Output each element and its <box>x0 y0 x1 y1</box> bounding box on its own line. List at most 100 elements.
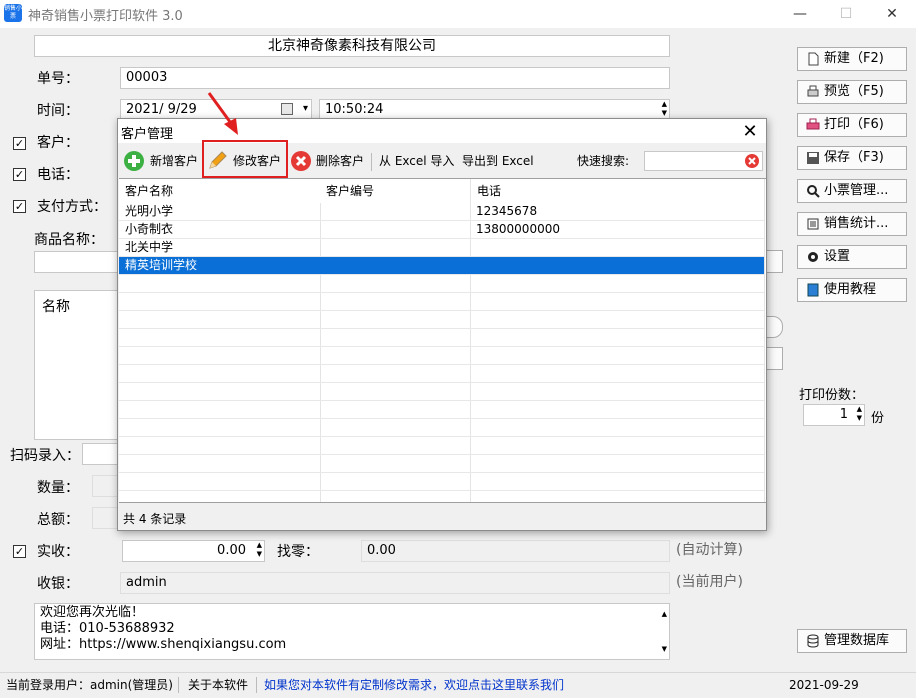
status-divider <box>178 677 179 693</box>
empty-row <box>119 347 764 365</box>
gear-icon <box>808 252 818 262</box>
status-divider <box>256 677 257 693</box>
current-user-status: 当前登录用户：admin(管理员) <box>6 678 173 692</box>
cell-name: 光明小学 <box>125 204 174 218</box>
copies-value: 1 <box>839 407 848 422</box>
import-excel-button[interactable]: 从 Excel 导入 <box>379 147 457 175</box>
cell-name: 小奇制衣 <box>125 222 174 236</box>
column-header-phone[interactable]: 电话 <box>471 179 763 203</box>
total-label: 总额： <box>37 512 79 528</box>
pencil-icon <box>209 151 227 169</box>
sales-stats-button[interactable]: 销售统计... <box>797 212 907 236</box>
barcode-label: 扫码录入： <box>10 448 80 464</box>
receipt-manage-button[interactable]: 小票管理... <box>797 179 907 203</box>
close-button[interactable]: ✕ <box>877 4 907 24</box>
qty-field <box>92 475 118 497</box>
scroll-up-icon[interactable]: ▲ <box>662 606 667 622</box>
product-label: 商品名称： <box>34 232 104 248</box>
empty-row <box>119 473 764 491</box>
delete-customer-button[interactable]: 删除客户 <box>290 147 368 175</box>
spin-icon[interactable]: ▲ ▼ <box>257 541 262 559</box>
settings-button[interactable]: 设置 <box>797 245 907 269</box>
column-header-code[interactable]: 客户编号 <box>320 179 470 203</box>
customer-table[interactable]: 客户名称 客户编号 电话 光明小学 12345678 小奇制衣 13800000… <box>119 178 766 503</box>
save-button[interactable]: 保存（F3) <box>797 146 907 170</box>
title-bar: 销售小票 神奇销售小票打印软件 3.0 — ☐ ✕ <box>0 0 916 28</box>
spin-icon[interactable]: ▲ ▼ <box>857 405 862 423</box>
copies-unit: 份 <box>871 411 885 426</box>
dialog-close-button[interactable]: ✕ <box>740 121 760 142</box>
preview-button[interactable]: 预览（F5) <box>797 80 907 104</box>
table-row-selected[interactable]: 精英培训学校 <box>119 257 764 275</box>
add-customer-button[interactable]: 新增客户 <box>123 147 201 175</box>
new-button[interactable]: 新建（F2) <box>797 47 907 71</box>
paid-checkbox[interactable]: ✓ <box>13 545 26 558</box>
date-value: 2021/ 9/29 <box>126 102 197 117</box>
empty-row <box>119 365 764 383</box>
export-excel-button[interactable]: 导出到 Excel <box>462 147 534 175</box>
preview-icon <box>807 85 819 97</box>
time-value: 10:50:24 <box>325 102 384 117</box>
window-title: 神奇销售小票打印软件 3.0 <box>28 9 183 24</box>
manage-database-button[interactable]: 管理数据库 <box>797 629 907 653</box>
cell-phone: 12345678 <box>476 204 538 218</box>
chevron-down-icon[interactable]: ▾ <box>303 101 308 117</box>
maximize-button[interactable]: ☐ <box>831 4 861 24</box>
custom-dev-link[interactable]: 如果您对本软件有定制修改需求，欢迎点击这里联系我们 <box>264 673 564 697</box>
empty-row <box>119 455 764 473</box>
change-field: 0.00 <box>361 540 670 562</box>
empty-row <box>119 311 764 329</box>
company-name-field[interactable]: 北京神奇像素科技有限公司 <box>34 35 670 57</box>
edit-customer-button[interactable]: 修改客户 <box>206 147 286 175</box>
delete-circle-icon <box>291 151 311 171</box>
add-customer-label: 新增客户 <box>150 154 199 168</box>
payment-checkbox[interactable]: ✓ <box>13 200 26 213</box>
quick-search-input[interactable] <box>644 151 763 171</box>
copies-label: 打印份数： <box>799 388 865 403</box>
save-button-label: 保存（F3) <box>824 150 884 165</box>
print-button[interactable]: 打印（F6) <box>797 113 907 137</box>
customer-checkbox[interactable]: ✓ <box>13 137 26 150</box>
copies-spinner[interactable]: 1 ▲ ▼ <box>803 404 865 426</box>
customer-label: 客户： <box>37 135 79 151</box>
column-header-name[interactable]: 客户名称 <box>119 179 319 203</box>
spin-icon[interactable]: ▲ ▼ <box>662 100 667 118</box>
empty-row <box>119 383 764 401</box>
empty-row <box>119 275 764 293</box>
clear-search-icon[interactable] <box>744 153 760 169</box>
phone-checkbox[interactable]: ✓ <box>13 168 26 181</box>
about-link[interactable]: 关于本软件 <box>188 673 248 697</box>
minimize-button[interactable]: — <box>785 4 815 24</box>
printer-icon <box>806 118 820 130</box>
order-no-field[interactable]: 00003 <box>120 67 670 89</box>
footer-line: 欢迎您再次光临！ <box>40 605 145 620</box>
new-document-icon <box>808 52 819 66</box>
print-button-label: 打印（F6) <box>824 117 884 132</box>
status-bar: 当前登录用户：admin(管理员) 关于本软件 如果您对本软件有定制修改需求，欢… <box>0 672 916 698</box>
qty-label: 数量： <box>37 480 79 496</box>
cell-phone: 13800000000 <box>476 222 560 236</box>
table-row[interactable]: 小奇制衣 13800000000 <box>119 221 764 239</box>
time-label: 时间： <box>37 103 79 119</box>
auto-calc-note: (自动计算) <box>676 542 743 558</box>
table-row[interactable]: 光明小学 12345678 <box>119 203 764 221</box>
receipt-footer-textarea[interactable]: 欢迎您再次光临！ 电话：010-53688932 网址：https://www.… <box>34 603 670 660</box>
empty-row <box>119 293 764 311</box>
preview-button-label: 预览（F5) <box>824 84 884 99</box>
status-datetime: 2021-09-29 11:26:21 <box>789 678 859 692</box>
tutorial-label: 使用教程 <box>824 282 877 297</box>
paid-input[interactable]: 0.00 ▲ ▼ <box>122 540 265 562</box>
product-list[interactable]: 名称 <box>34 290 118 440</box>
name-column-header: 名称 <box>42 299 70 315</box>
product-input[interactable] <box>34 251 118 273</box>
record-count: 共 4 条记录 <box>123 512 187 526</box>
scroll-down-icon[interactable]: ▼ <box>662 641 667 657</box>
barcode-input[interactable] <box>82 443 118 465</box>
calendar-icon[interactable] <box>281 103 293 115</box>
plus-circle-icon <box>124 151 144 171</box>
cashier-field: admin <box>120 572 670 594</box>
table-row[interactable]: 北关中学 <box>119 239 764 257</box>
tutorial-button[interactable]: 使用教程 <box>797 278 907 302</box>
current-user-note: (当前用户) <box>676 574 743 590</box>
book-icon <box>807 283 819 297</box>
